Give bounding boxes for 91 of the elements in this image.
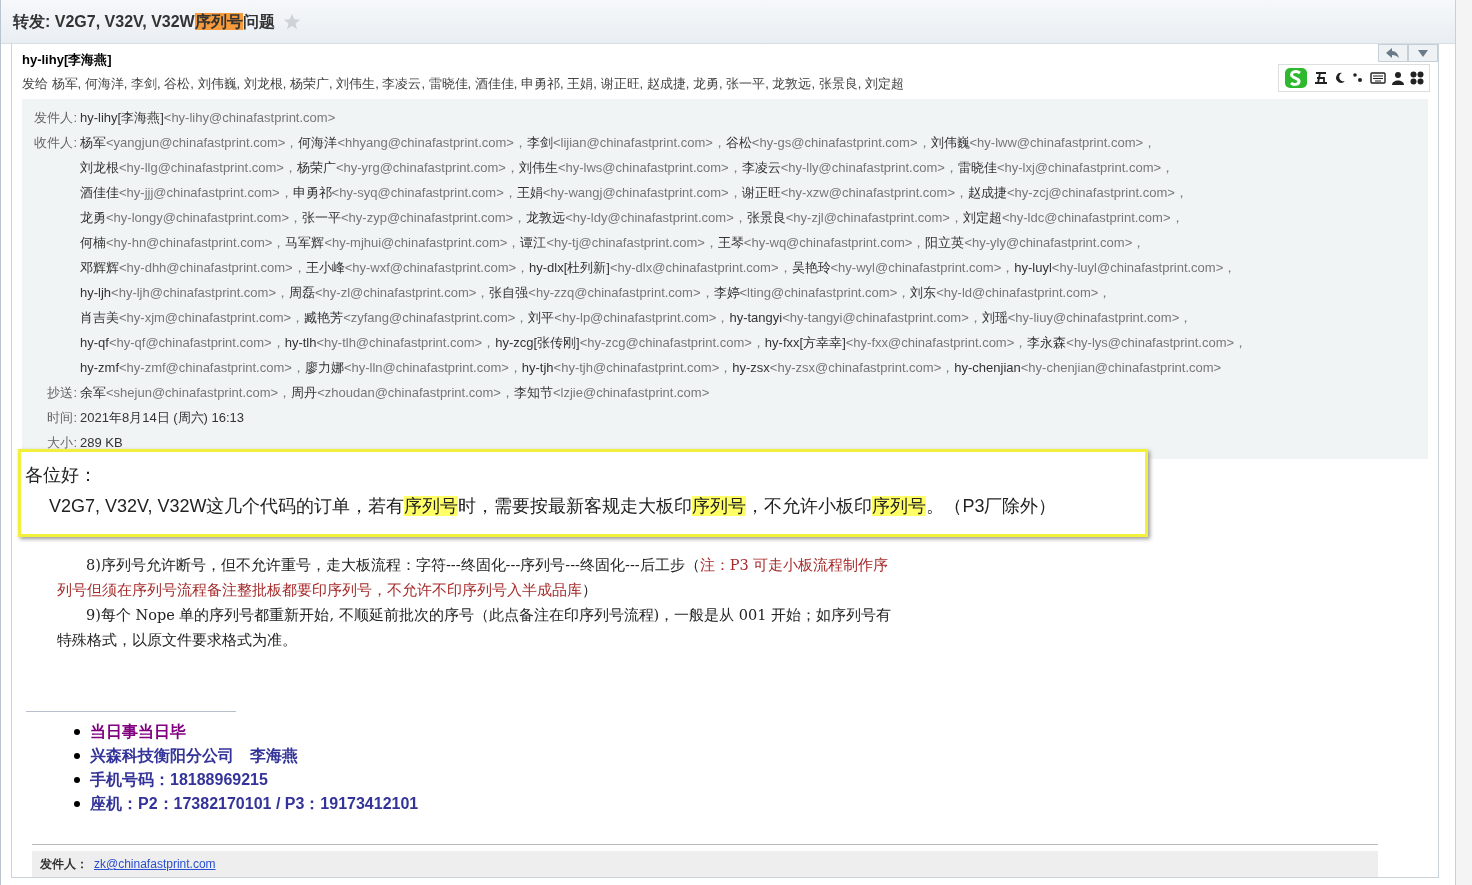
greeting: 各位好： — [25, 464, 98, 487]
recipient: 刘瑶<hy-liuy@chinafastprint.com>， — [981, 310, 1193, 325]
recipient: hy-zsx<hy-zsx@chinafastprint.com>， — [732, 360, 955, 375]
recipient: 龙勇<hy-longy@chinafastprint.com>， — [80, 210, 302, 225]
recipient: 周丹<zhoudan@chinafastprint.com>， — [291, 385, 514, 400]
recipient: 阳立英<hy-yly@chinafastprint.com>， — [925, 235, 1146, 250]
recipients-summary: 发给 杨军, 何海洋, 李剑, 谷松, 刘伟巍, 刘龙根, 杨荣广, 刘伟生, 李凌云, 雷晓佳, 酒佳佳, 申勇祁, 王娟, 谢正旺, 赵成捷, 龙勇, 张一平, 龙敦远, 张景良, 刘定超 — [22, 74, 904, 93]
bullet-icon — [74, 801, 80, 807]
recipient: 臧艳芳<zyfang@chinafastprint.com>， — [304, 310, 529, 325]
recipient: hy-tlh<hy-tlh@chinafastprint.com>， — [284, 335, 496, 350]
field-label: 发件人: — [33, 109, 78, 127]
recipient: 酒佳佳<hy-jjj@chinafastprint.com>， — [80, 185, 293, 200]
recipient: 谭江<hy-tj@chinafastprint.com>， — [520, 235, 718, 250]
recipient: 刘东<hy-ld@chinafastprint.com>， — [910, 285, 1112, 300]
recipient: 王琴<hy-wq@chinafastprint.com>， — [717, 235, 926, 250]
recipient: 谷松<hy-gs@chinafastprint.com>， — [725, 135, 931, 150]
ime-toolbar[interactable] — [1278, 64, 1430, 92]
recipient: 杨军<yangjun@chinafastprint.com>， — [80, 135, 299, 150]
recipient: 马军辉<hy-mjhui@chinafastprint.com>， — [285, 235, 521, 250]
recipient: 邓辉辉<hy-dhh@chinafastprint.com>， — [80, 260, 306, 275]
recipient: 赵成捷<hy-zcj@chinafastprint.com>， — [968, 185, 1188, 200]
recipient: hy-dlx[杜列新]<hy-dlx@chinafastprint.com>， — [529, 260, 792, 275]
signature-line: 当日事当日毕 — [90, 722, 186, 742]
ime-logo-icon[interactable] — [1284, 67, 1308, 89]
grid-icon[interactable] — [1410, 71, 1424, 85]
recipient: 张自强<hy-zzq@chinafastprint.com>， — [489, 285, 714, 300]
recipient: 刘龙根<hy-llg@chinafastprint.com>， — [80, 160, 297, 175]
recipient: 余军<shejun@chinafastprint.com>， — [80, 385, 292, 400]
recipient: hy-zcg[张传刚]<hy-zcg@chinafastprint.com>， — [495, 335, 765, 350]
reply-button[interactable] — [1378, 44, 1408, 62]
recipient: hy-lihy[李海燕]<hy-lihy@chinafastprint.com> — [80, 110, 336, 125]
recipient: hy-tangyi<hy-tangyi@chinafastprint.com>， — [729, 310, 982, 325]
field-value: 289 KB — [80, 434, 123, 452]
recipient: hy-fxx[方幸幸]<hy-fxx@chinafastprint.com>， — [764, 335, 1028, 350]
signature-line: 手机号码：18188969215 — [90, 770, 268, 790]
bullet-icon — [74, 753, 80, 759]
scrollbar[interactable] — [1455, 0, 1472, 885]
recipient: hy-luyl<hy-luyl@chinafastprint.com>， — [1014, 260, 1237, 275]
recipient: 李永森<hy-lys@chinafastprint.com>， — [1027, 335, 1248, 350]
bullet-icon — [74, 729, 80, 735]
recipient: 李婷<lting@chinafastprint.com>， — [713, 285, 911, 300]
field-label: 大小: — [46, 434, 78, 452]
quoted-sender-label: 发件人： — [40, 857, 88, 871]
recipient: 刘伟生<hy-lws@chinafastprint.com>， — [518, 160, 742, 175]
recipient: 刘平<hy-lp@chinafastprint.com>， — [528, 310, 730, 325]
chinese-mode-icon[interactable] — [1314, 71, 1328, 85]
recipient: hy-ljh<hy-ljh@chinafastprint.com>， — [80, 285, 289, 300]
field-label: 时间: — [46, 409, 78, 427]
rule-paragraph: 9)每个 Nope 单的序列号都重新开始, 不顺延前批次的序号（此点备注在印序列号流程)，一般是从 001 开始；如序列号有特殊格式，以原文件要求格式为准。 — [57, 606, 893, 650]
recipient: 杨荣广<hy-yrg@chinafastprint.com>， — [296, 160, 519, 175]
recipient: 张一平<hy-zyp@chinafastprint.com>， — [302, 210, 527, 225]
recipient: 肖吉美<hy-xjm@chinafastprint.com>， — [80, 310, 305, 325]
recipient: 王娟<hy-wangj@chinafastprint.com>， — [516, 185, 742, 200]
recipient: hy-tjh<hy-tjh@chinafastprint.com>， — [521, 360, 733, 375]
field-label: 抄送: — [46, 384, 78, 402]
signature-line: 座机：P2：17382170101 / P3：19173412101 — [90, 794, 419, 814]
recipient: hy-chenjian<hy-chenjian@chinafastprint.com> — [954, 360, 1222, 375]
recipient: 龙敦远<hy-ldy@chinafastprint.com>， — [526, 210, 747, 225]
recipient: 李知节<lzjie@chinafastprint.com> — [513, 385, 710, 400]
caret-icon — [1418, 49, 1428, 57]
recipient: 廖力娜<hy-lln@chinafastprint.com>， — [304, 360, 522, 375]
rule-paragraph: 8)序列号允许断号，但不允许重号，走大板流程：字符---终固化---序列号---终固化---后工步（注：P3 可走小板流程制作序列号但须在序列号流程备注整批板都要印序列号，不允许不印序列号入半成品库） — [57, 556, 890, 600]
recipient: 申勇祁<hy-syq@chinafastprint.com>， — [292, 185, 517, 200]
recipient: 刘伟巍<hy-lww@chinafastprint.com>， — [930, 135, 1157, 150]
recipient: 王小峰<hy-wxf@chinafastprint.com>， — [305, 260, 530, 275]
keyboard-icon[interactable] — [1370, 72, 1386, 84]
field-label: 收件人: — [33, 134, 78, 152]
recipient: 何海洋<hhyang@chinafastprint.com>， — [298, 135, 527, 150]
recipient: 雷晓佳<hy-lxj@chinafastprint.com>， — [957, 160, 1175, 175]
recipient: 刘定超<hy-ldc@chinafastprint.com>， — [962, 210, 1184, 225]
recipient: hy-zmf<hy-zmf@chinafastprint.com>， — [80, 360, 305, 375]
recipient: 周磊<hy-zl@chinafastprint.com>， — [289, 285, 490, 300]
recipient: 李剑<lijian@chinafastprint.com>， — [526, 135, 726, 150]
recipient: 李凌云<hy-lly@chinafastprint.com>， — [741, 160, 958, 175]
recipient: 谢正旺<hy-xzw@chinafastprint.com>， — [741, 185, 968, 200]
user-icon[interactable] — [1392, 71, 1404, 85]
dropdown-button[interactable] — [1408, 44, 1438, 62]
sender-name: hy-lihy[李海燕] — [22, 51, 112, 69]
punctuation-icon[interactable] — [1352, 72, 1364, 84]
recipient: 何楠<hy-hn@chinafastprint.com>， — [80, 235, 286, 250]
reply-icon — [1386, 47, 1400, 59]
bullet-icon — [74, 777, 80, 783]
field-value: 2021年8月14日 (周六) 16:13 — [80, 409, 245, 427]
recipient: 吴艳玲<hy-wyl@chinafastprint.com>， — [791, 260, 1015, 275]
quoted-email-link[interactable]: zk@chinafastprint.com — [94, 857, 216, 871]
moon-icon[interactable] — [1334, 72, 1346, 84]
star-icon[interactable] — [282, 12, 301, 31]
signature-line: 兴森科技衡阳分公司 李海燕 — [90, 746, 298, 766]
recipient: hy-qf<hy-qf@chinafastprint.com>， — [80, 335, 285, 350]
notice-text: V2G7, V32V, V32W这几个代码的订单，若有序列号时，需要按最新客规走大板印序列号，不允许小板印序列号。（P3厂除外） — [48, 495, 1058, 518]
recipient: 张景良<hy-zjl@chinafastprint.com>， — [746, 210, 963, 225]
